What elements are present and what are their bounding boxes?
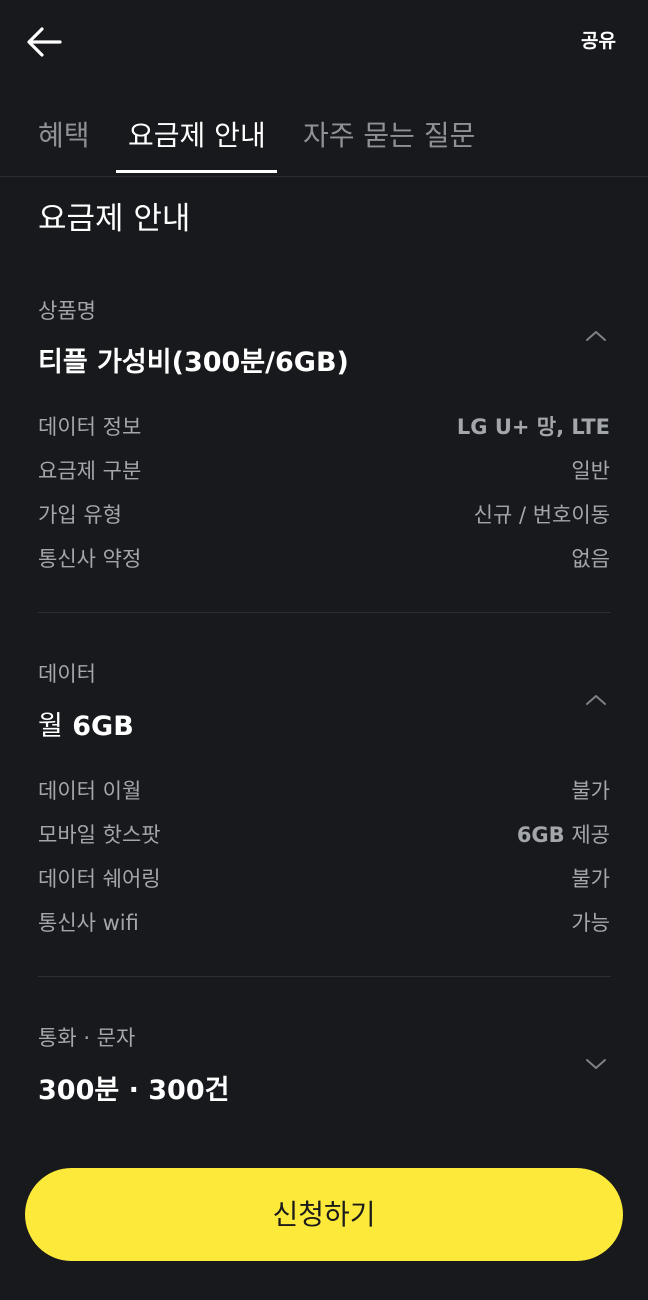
back-arrow-icon[interactable] — [24, 24, 66, 60]
tab-faq[interactable]: 자주 묻는 질문 — [303, 114, 475, 154]
data-info-label: 데이터 정보 — [38, 415, 142, 439]
hotspot-suffix: 제공 — [571, 823, 610, 847]
share-button[interactable]: 공유 — [581, 26, 616, 53]
chevron-up-icon[interactable] — [582, 691, 610, 709]
chevron-up-icon[interactable] — [582, 327, 610, 345]
call-sms-value: 300분 · 300건 — [38, 1075, 230, 1106]
data-value-amount: 6GB — [72, 711, 134, 742]
tab-benefits[interactable]: 혜택 — [38, 114, 90, 154]
carrier-wifi-value: 가능 — [571, 911, 610, 935]
carrier-contract-value: 없음 — [571, 547, 610, 571]
subscription-type-value: 신규 / 번호이동 — [473, 503, 610, 527]
data-rollover-label: 데이터 이월 — [38, 779, 142, 803]
plan-type-value: 일반 — [571, 459, 610, 483]
tab-bar: 혜택 요금제 안내 자주 묻는 질문 — [0, 96, 648, 177]
divider — [38, 612, 611, 613]
apply-button[interactable]: 신청하기 — [25, 1168, 623, 1261]
product-name-label: 상품명 — [38, 299, 96, 323]
carrier-wifi-label: 통신사 wifi — [38, 911, 139, 935]
divider — [38, 976, 611, 977]
product-name-value: 티플 가성비(300분/6GB) — [38, 347, 349, 378]
hotspot-amount: 6GB — [516, 823, 565, 847]
call-sms-label: 통화 · 문자 — [38, 1026, 136, 1050]
data-value-prefix: 월 — [38, 711, 63, 742]
plan-type-label: 요금제 구분 — [38, 459, 142, 483]
data-info-value: LG U+ 망, LTE — [456, 415, 610, 439]
active-tab-indicator — [116, 170, 277, 173]
chevron-down-icon[interactable] — [582, 1055, 610, 1073]
hotspot-label: 모바일 핫스팟 — [38, 823, 161, 847]
section-title: 요금제 안내 — [38, 201, 191, 237]
top-bar: 공유 — [0, 0, 648, 90]
tab-plan-guide[interactable]: 요금제 안내 — [128, 114, 266, 154]
hotspot-value: 6GB 제공 — [517, 819, 610, 849]
carrier-contract-label: 통신사 약정 — [38, 547, 142, 571]
subscription-type-label: 가입 유형 — [38, 503, 122, 527]
data-sharing-label: 데이터 쉐어링 — [38, 867, 161, 891]
data-value: 월 6GB — [38, 704, 134, 743]
data-rollover-value: 불가 — [571, 779, 610, 803]
data-sharing-value: 불가 — [571, 867, 610, 891]
data-label: 데이터 — [38, 662, 96, 686]
